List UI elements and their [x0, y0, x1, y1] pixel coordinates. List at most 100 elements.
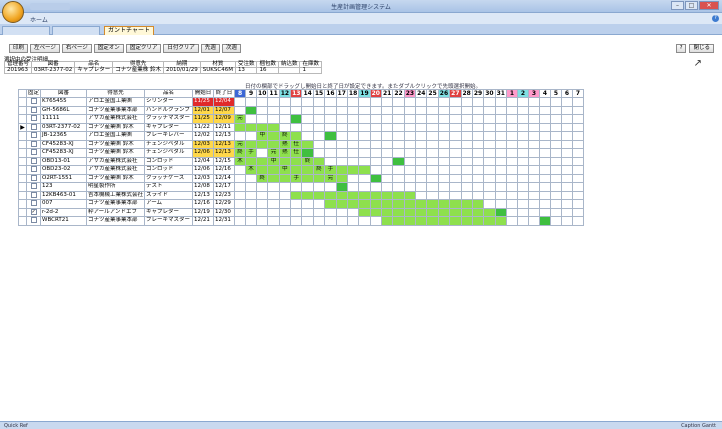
gantt-cell[interactable] [290, 199, 303, 209]
gantt-cell[interactable] [369, 216, 383, 226]
gantt-cell[interactable] [538, 105, 551, 115]
gantt-cell[interactable] [415, 216, 428, 226]
gantt-cell[interactable] [449, 122, 462, 132]
gantt-cell[interactable] [335, 182, 348, 192]
gantt-cell[interactable] [403, 97, 417, 107]
gantt-cell[interactable]: 仕 [290, 148, 303, 158]
gantt-cell[interactable] [392, 173, 405, 183]
gantt-cell[interactable] [358, 105, 371, 115]
gantt-cell[interactable]: 仕 [290, 139, 303, 149]
day-header[interactable]: 12 [278, 89, 292, 98]
drawing-cell[interactable]: r-2d-2 [40, 207, 88, 217]
gantt-cell[interactable] [415, 190, 428, 200]
gantt-cell[interactable] [380, 122, 394, 132]
gantt-cell[interactable] [494, 122, 507, 132]
gantt-cell[interactable] [290, 97, 303, 107]
gantt-cell[interactable] [278, 190, 292, 200]
gantt-cell[interactable] [415, 156, 428, 166]
end-date-cell[interactable]: 12/07 [213, 105, 236, 115]
name-cell[interactable]: ハンドルクランプ [144, 105, 194, 115]
gantt-cell[interactable] [267, 131, 280, 141]
day-header[interactable]: 27 [449, 89, 462, 98]
gantt-cell[interactable] [415, 173, 428, 183]
gantt-cell[interactable] [449, 199, 462, 209]
gantt-cell[interactable] [426, 156, 439, 166]
gantt-cell[interactable] [538, 139, 551, 149]
gantt-cell[interactable] [460, 105, 473, 115]
gantt-cell[interactable] [460, 156, 473, 166]
start-date-cell[interactable]: 12/21 [192, 216, 215, 226]
day-header[interactable]: 23 [403, 89, 417, 98]
gantt-cell[interactable] [290, 216, 303, 226]
day-header[interactable]: 22 [392, 89, 405, 98]
gantt-cell[interactable] [527, 190, 540, 200]
gantt-cell[interactable] [549, 114, 562, 124]
day-header[interactable]: 10 [256, 89, 269, 98]
gantt-cell[interactable] [571, 165, 584, 175]
end-date-cell[interactable]: 12/09 [213, 114, 236, 124]
gantt-cell[interactable] [267, 182, 280, 192]
customer-cell[interactable]: コナツ産業㈱ 鈴木 [86, 173, 146, 183]
gantt-cell[interactable] [245, 207, 258, 217]
gantt-cell[interactable] [256, 199, 269, 209]
gantt-cell[interactable] [426, 131, 439, 141]
gantt-cell[interactable] [312, 139, 326, 149]
gantt-cell[interactable] [471, 165, 485, 175]
gantt-cell[interactable] [256, 207, 269, 217]
gantt-cell[interactable] [358, 131, 371, 141]
gantt-cell[interactable] [471, 139, 485, 149]
table-row[interactable]: CF45283-XJ コナツ産業㈱ 鈴木 チェンジペダル 12/06 12/13 終手完熱… [18, 148, 584, 158]
gantt-cell[interactable] [560, 165, 573, 175]
gantt-cell[interactable] [505, 105, 518, 115]
name-cell[interactable]: ブレーキレバー [144, 131, 194, 141]
gantt-cell[interactable] [290, 182, 303, 192]
gantt-cell[interactable] [549, 122, 562, 132]
gantt-cell[interactable]: 終 [234, 148, 247, 158]
gantt-cell[interactable] [471, 182, 485, 192]
gantt-cell[interactable] [549, 156, 562, 166]
gantt-cell[interactable] [234, 173, 247, 183]
start-date-cell[interactable]: 12/08 [192, 182, 215, 192]
gantt-cell[interactable] [449, 97, 462, 107]
gantt-cell[interactable] [516, 139, 529, 149]
gantt-cell[interactable] [267, 139, 280, 149]
gantt-cell[interactable] [426, 148, 439, 158]
gantt-cell[interactable] [426, 216, 439, 226]
gantt-cell[interactable] [392, 182, 405, 192]
day-header[interactable]: 6 [560, 89, 573, 98]
gantt-cell[interactable] [324, 131, 337, 141]
gantt-cell[interactable]: 中 [278, 165, 292, 175]
gantt-cell[interactable] [369, 190, 383, 200]
gantt-cell[interactable] [301, 122, 314, 132]
gantt-cell[interactable] [245, 122, 258, 132]
gantt-cell[interactable] [471, 156, 485, 166]
drawing-cell[interactable]: CF45283-XJ [40, 148, 88, 158]
gantt-cell[interactable] [471, 216, 485, 226]
gantt-cell[interactable] [346, 207, 360, 217]
fixed-checkbox[interactable] [30, 115, 37, 121]
gantt-cell[interactable] [538, 97, 551, 107]
customer-cell[interactable]: アサカ産業株式会社 [86, 156, 146, 166]
start-date-cell[interactable]: 12/13 [192, 190, 215, 200]
gantt-cell[interactable] [392, 114, 405, 124]
gantt-cell[interactable] [426, 114, 439, 124]
gantt-cell[interactable] [267, 173, 280, 183]
end-date-cell[interactable]: 12/04 [213, 97, 236, 107]
gantt-cell[interactable] [324, 182, 337, 192]
gantt-cell[interactable]: 木 [245, 165, 258, 175]
gantt-cell[interactable] [267, 216, 280, 226]
gantt-cell[interactable] [358, 97, 371, 107]
gantt-cell[interactable] [403, 105, 417, 115]
gantt-cell[interactable] [516, 182, 529, 192]
gantt-cell[interactable] [290, 122, 303, 132]
gantt-cell[interactable] [538, 190, 551, 200]
customer-cell[interactable]: アロエ金国工業㈱ [86, 131, 146, 141]
end-date-cell[interactable]: 12/11 [213, 122, 236, 132]
gantt-cell[interactable] [256, 148, 269, 158]
gantt-cell[interactable] [494, 97, 507, 107]
drawing-cell[interactable]: 007 [40, 199, 88, 209]
gantt-cell[interactable] [324, 207, 337, 217]
gantt-cell[interactable] [245, 173, 258, 183]
gantt-cell[interactable] [324, 190, 337, 200]
gantt-cell[interactable] [369, 165, 383, 175]
